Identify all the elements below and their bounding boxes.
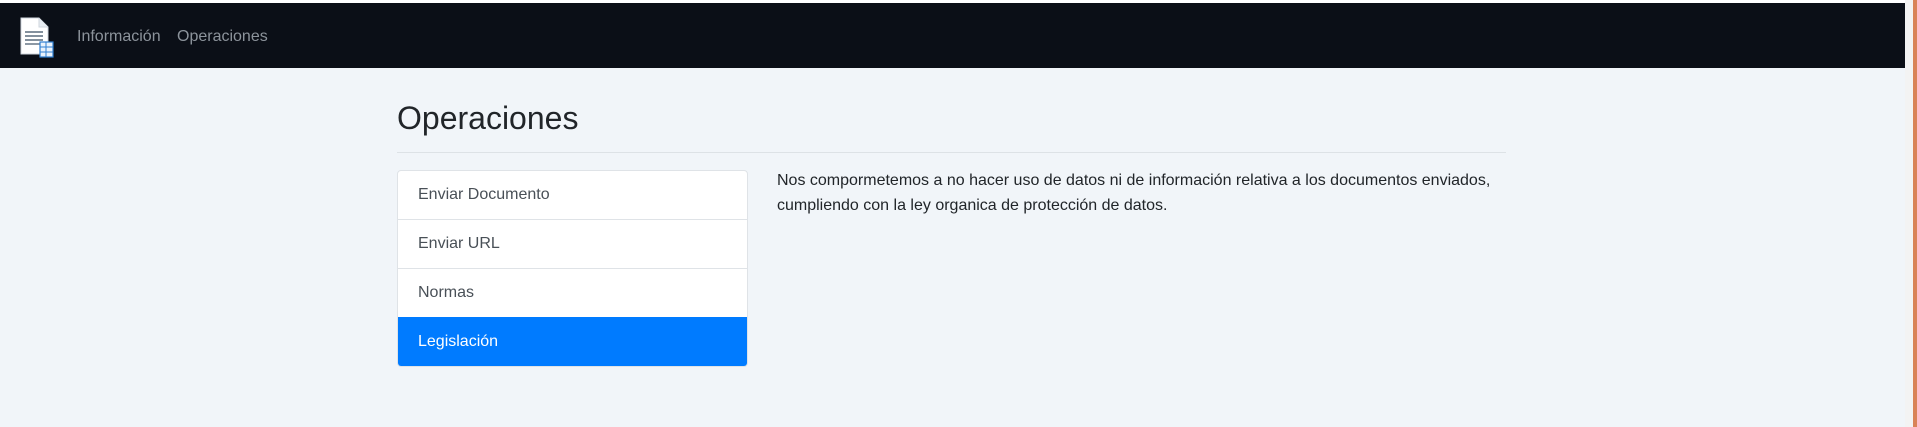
legislation-text: Nos compormetemos a no hacer uso de dato… [777,172,1491,214]
nav-link-operaciones[interactable]: Operaciones [177,27,268,47]
menu-item-normas[interactable]: Normas [398,268,747,317]
page-title: Operaciones [397,100,579,136]
navbar: Información Operaciones [0,3,1905,68]
operations-menu: Enviar Documento Enviar URL Normas Legis… [397,170,748,367]
title-divider [397,152,1506,153]
window-edge [1913,0,1917,427]
menu-item-enviar-documento[interactable]: Enviar Documento [398,171,747,219]
menu-item-legislacion[interactable]: Legislación [398,317,747,366]
scrollbar-track[interactable] [1905,0,1913,427]
document-icon[interactable] [18,16,56,59]
nav-link-informacion[interactable]: Información [77,27,161,47]
brand-logo-svg [20,17,54,58]
menu-item-enviar-url[interactable]: Enviar URL [398,219,747,268]
